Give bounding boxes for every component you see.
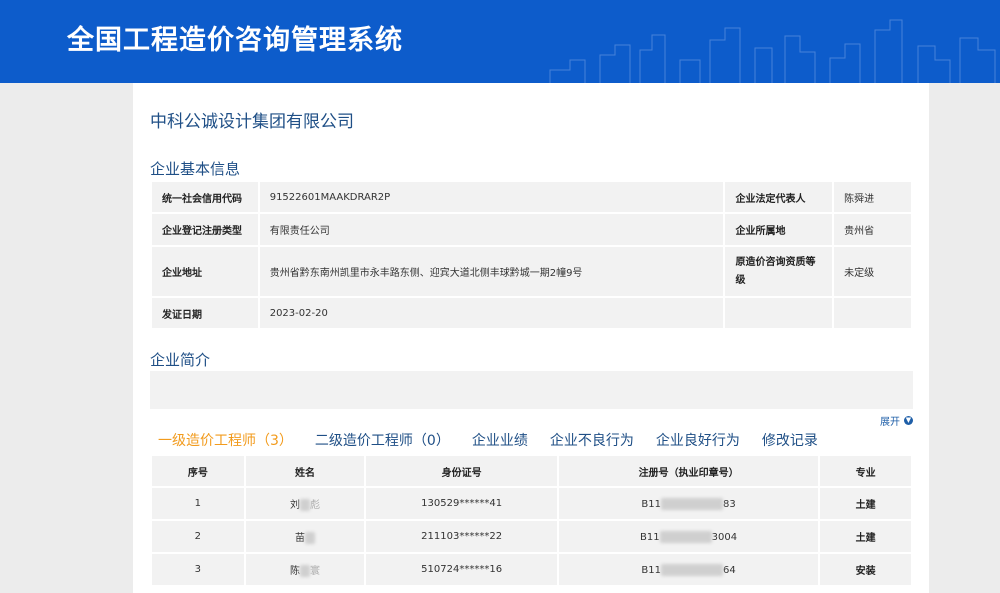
info-value bbox=[832, 296, 913, 330]
name-visible: 苗 bbox=[295, 533, 305, 544]
info-row: 企业地址 贵州省黔东南州凯里市永丰路东侧、迎宾大道北侧丰球黔城一期2幢9号 原造… bbox=[150, 245, 913, 298]
tab-performance[interactable]: 企业业绩 bbox=[472, 430, 528, 450]
registration-number: B11 3004 bbox=[556, 519, 821, 554]
basic-info-title: 企业基本信息 bbox=[150, 160, 241, 178]
company-name: 中科公诚设计集团有限公司 bbox=[150, 112, 354, 132]
engineer-name[interactable]: 刘彪 bbox=[243, 486, 367, 521]
engineer-name[interactable]: 苗 bbox=[243, 519, 367, 554]
engineer-name[interactable]: 陈寰 bbox=[243, 552, 367, 587]
row-index: 2 bbox=[150, 519, 246, 554]
info-value: 有限责任公司 bbox=[257, 212, 726, 247]
id-number: 130529******41 bbox=[364, 486, 559, 521]
info-label bbox=[723, 296, 835, 330]
top-header: 全国工程造价咨询管理系统 bbox=[0, 0, 1000, 83]
table-row[interactable]: 2 苗 211103******22 B11 3004 土建 bbox=[150, 519, 913, 554]
table-header-row: 序号 姓名 身份证号 注册号（执业印章号） 专业 bbox=[150, 454, 913, 488]
column-header: 身份证号 bbox=[364, 454, 559, 488]
info-value: 2023-02-20 bbox=[257, 296, 726, 330]
major: 土建 bbox=[818, 486, 913, 521]
info-value: 陈舜进 bbox=[832, 180, 913, 214]
name-visible: 刘 bbox=[290, 500, 300, 511]
name-tail: 彪 bbox=[310, 500, 320, 511]
info-row: 发证日期 2023-02-20 bbox=[150, 296, 913, 330]
name-visible: 陈 bbox=[290, 566, 300, 577]
table-row[interactable]: 1 刘彪 130529******41 B11 83 土建 bbox=[150, 486, 913, 521]
skyline-decoration bbox=[549, 19, 996, 83]
tab-change-log[interactable]: 修改记录 bbox=[762, 430, 818, 450]
column-header: 专业 bbox=[818, 454, 913, 488]
id-number: 510724******16 bbox=[364, 552, 559, 587]
tab-good-behavior[interactable]: 企业良好行为 bbox=[656, 430, 740, 450]
engineer-table: 序号 姓名 身份证号 注册号（执业印章号） 专业 1 刘彪 130529****… bbox=[150, 454, 913, 587]
registration-number: B11 64 bbox=[556, 552, 821, 587]
info-value: 91522601MAAKDRAR2P bbox=[257, 180, 726, 214]
info-label: 企业登记注册类型 bbox=[150, 212, 260, 247]
tab-first-class-engineers[interactable]: 一级造价工程师（3） bbox=[158, 430, 293, 450]
info-value: 未定级 bbox=[832, 245, 913, 298]
intro-title: 企业简介 bbox=[150, 351, 211, 369]
major: 土建 bbox=[818, 519, 913, 554]
reg-prefix: B11 bbox=[640, 531, 660, 543]
chevron-down-icon: ▼ bbox=[904, 416, 913, 425]
tab-second-class-engineers[interactable]: 二级造价工程师（0） bbox=[315, 430, 450, 450]
info-label: 企业所属地 bbox=[723, 212, 835, 247]
reg-suffix: 64 bbox=[723, 564, 736, 576]
major: 安装 bbox=[818, 552, 913, 587]
table-row[interactable]: 3 陈寰 510724******16 B11 64 安装 bbox=[150, 552, 913, 587]
redaction-blur bbox=[659, 530, 712, 543]
info-label: 发证日期 bbox=[150, 296, 260, 330]
info-label: 企业地址 bbox=[150, 245, 260, 298]
row-index: 3 bbox=[150, 552, 246, 587]
redaction-blur bbox=[661, 497, 723, 510]
redaction-blur bbox=[300, 499, 310, 511]
redaction-blur bbox=[300, 565, 310, 577]
info-label: 企业法定代表人 bbox=[723, 180, 835, 214]
row-index: 1 bbox=[150, 486, 246, 521]
basic-info-table: 统一社会信用代码 91522601MAAKDRAR2P 企业法定代表人 陈舜进 … bbox=[150, 180, 913, 330]
info-row: 统一社会信用代码 91522601MAAKDRAR2P 企业法定代表人 陈舜进 bbox=[150, 180, 913, 214]
column-header: 姓名 bbox=[243, 454, 367, 488]
expand-button[interactable]: 展开 ▼ bbox=[880, 413, 913, 428]
reg-prefix: B11 bbox=[641, 498, 661, 510]
column-header: 注册号（执业印章号） bbox=[556, 454, 821, 488]
name-tail: 寰 bbox=[310, 566, 320, 577]
registration-number: B11 83 bbox=[556, 486, 821, 521]
system-title: 全国工程造价咨询管理系统 bbox=[67, 25, 403, 56]
info-value: 贵州省黔东南州凯里市永丰路东侧、迎宾大道北侧丰球黔城一期2幢9号 bbox=[257, 245, 726, 298]
intro-content bbox=[150, 371, 913, 409]
reg-suffix: 3004 bbox=[711, 531, 738, 543]
info-label: 原造价咨询资质等级 bbox=[723, 245, 835, 298]
tab-bad-behavior[interactable]: 企业不良行为 bbox=[550, 430, 634, 450]
tab-bar: 一级造价工程师（3） 二级造价工程师（0） 企业业绩 企业不良行为 企业良好行为… bbox=[158, 430, 840, 450]
content-panel: 中科公诚设计集团有限公司 企业基本信息 统一社会信用代码 91522601MAA… bbox=[133, 83, 929, 593]
reg-prefix: B11 bbox=[641, 564, 661, 576]
id-number: 211103******22 bbox=[364, 519, 559, 554]
column-header: 序号 bbox=[150, 454, 246, 488]
redaction-blur bbox=[661, 563, 723, 576]
info-label: 统一社会信用代码 bbox=[150, 180, 260, 214]
expand-label: 展开 bbox=[880, 417, 900, 428]
reg-suffix: 83 bbox=[723, 498, 736, 510]
redaction-blur bbox=[305, 532, 315, 544]
info-value: 贵州省 bbox=[832, 212, 913, 247]
info-row: 企业登记注册类型 有限责任公司 企业所属地 贵州省 bbox=[150, 212, 913, 247]
